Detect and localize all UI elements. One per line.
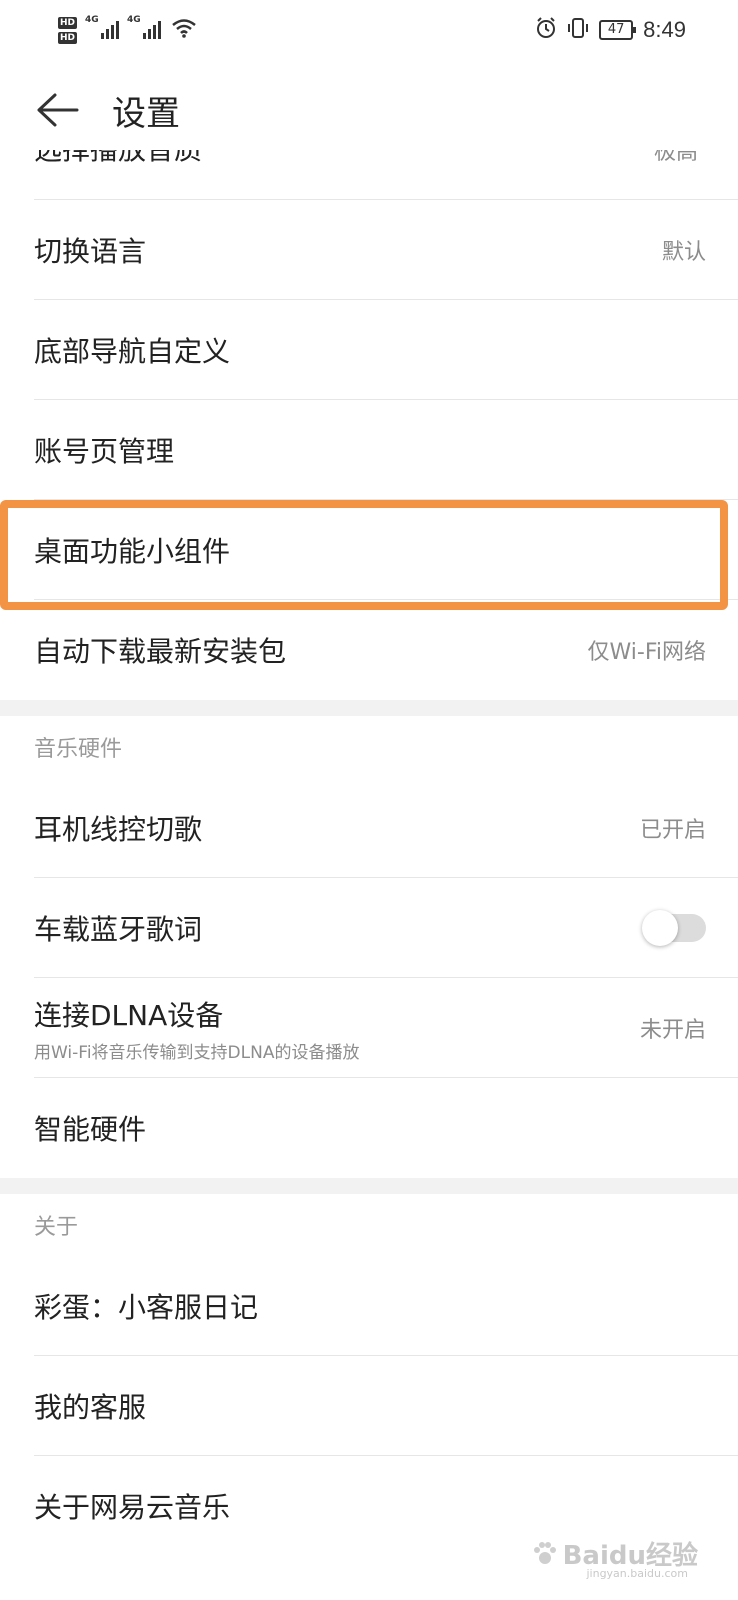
paw-icon: [533, 1541, 556, 1564]
row-subtitle: 用Wi-Fi将音乐传输到支持DLNA的设备播放: [34, 1042, 360, 1063]
hd-indicators: HD HD: [58, 16, 78, 44]
row-label: 智能硬件: [34, 1113, 147, 1146]
settings-row-headset-control[interactable]: 耳机线控切歌 已开启: [0, 778, 738, 878]
row-label: 耳机线控切歌: [34, 813, 203, 846]
row-label: 切换语言: [34, 235, 147, 268]
row-label: 自动下载最新安装包: [34, 635, 287, 668]
car-lyrics-toggle[interactable]: [642, 910, 706, 946]
signal-icon: 4G: [85, 15, 120, 39]
section-gap: [0, 1178, 738, 1194]
settings-row-language[interactable]: 切换语言 默认: [0, 200, 738, 300]
network-type-label: 4G: [127, 15, 141, 25]
settings-row-auto-download[interactable]: 自动下载最新安装包 仅Wi-Fi网络: [0, 600, 738, 700]
row-label: 车载蓝牙歌词: [34, 913, 203, 946]
vibrate-icon: [567, 17, 589, 43]
row-label: 桌面功能小组件: [34, 535, 231, 568]
settings-row-easter-egg[interactable]: 彩蛋：小客服日记: [0, 1256, 738, 1356]
section-header-music-hardware: 音乐硬件: [0, 716, 738, 778]
back-arrow-icon: [37, 93, 79, 127]
row-label: 账号页管理: [34, 435, 175, 468]
section-gap: [0, 700, 738, 716]
watermark: Baidu经验 jingyan.baidu.com: [531, 1535, 698, 1580]
status-bar: HD HD 4G 4G 47 8:49: [0, 0, 738, 60]
status-left: HD HD 4G 4G: [58, 15, 197, 44]
row-value: 未开启: [639, 1018, 706, 1043]
settings-row-desktop-widget[interactable]: 桌面功能小组件: [0, 500, 738, 600]
row-label: 连接DLNA设备: [34, 998, 224, 1032]
row-value: 极高: [653, 150, 698, 165]
row-value: 已开启: [639, 818, 706, 843]
row-value: 仅Wi-Fi网络: [587, 640, 707, 665]
dlna-texts: 连接DLNA设备 用Wi-Fi将音乐传输到支持DLNA的设备播放: [34, 994, 359, 1063]
hd-badge: HD: [58, 31, 78, 44]
signal-icon: 4G: [127, 15, 162, 39]
row-label: 彩蛋：小客服日记: [34, 1291, 259, 1324]
row-label: 选择播放音质: [34, 150, 202, 168]
row-label: 底部导航自定义: [34, 335, 231, 368]
back-button[interactable]: [32, 85, 82, 135]
row-label: 我的客服: [34, 1391, 147, 1424]
section-header-about: 关于: [0, 1194, 738, 1256]
settings-row-smart-hardware[interactable]: 智能硬件: [0, 1078, 738, 1178]
settings-list: 选择播放音质 极高 切换语言 默认 底部导航自定义 账号页管理 桌面功能小组件 …: [0, 150, 738, 1556]
settings-row-account-page[interactable]: 账号页管理: [0, 400, 738, 500]
watermark-url: jingyan.baidu.com: [586, 1567, 688, 1580]
row-value: 默认: [661, 240, 706, 265]
network-type-label: 4G: [85, 15, 99, 25]
battery-icon: 47: [599, 20, 637, 40]
app-header: 设置: [0, 70, 738, 150]
settings-row-bottom-nav[interactable]: 底部导航自定义: [0, 300, 738, 400]
status-right: 47 8:49: [535, 17, 686, 43]
clock: 8:49: [643, 17, 686, 42]
settings-row-customer-service[interactable]: 我的客服: [0, 1356, 738, 1456]
settings-row-dlna[interactable]: 连接DLNA设备 用Wi-Fi将音乐传输到支持DLNA的设备播放 未开启: [0, 978, 738, 1078]
alarm-icon: [535, 17, 557, 43]
list-item-partial[interactable]: 选择播放音质 极高: [0, 150, 738, 200]
hd-badge: HD: [58, 16, 78, 29]
wifi-icon: [171, 18, 197, 42]
page-title: 设置: [112, 93, 180, 134]
settings-row-car-bluetooth-lyrics[interactable]: 车载蓝牙歌词: [0, 878, 738, 978]
toggle-knob: [642, 910, 678, 946]
row-label: 关于网易云音乐: [34, 1491, 231, 1524]
